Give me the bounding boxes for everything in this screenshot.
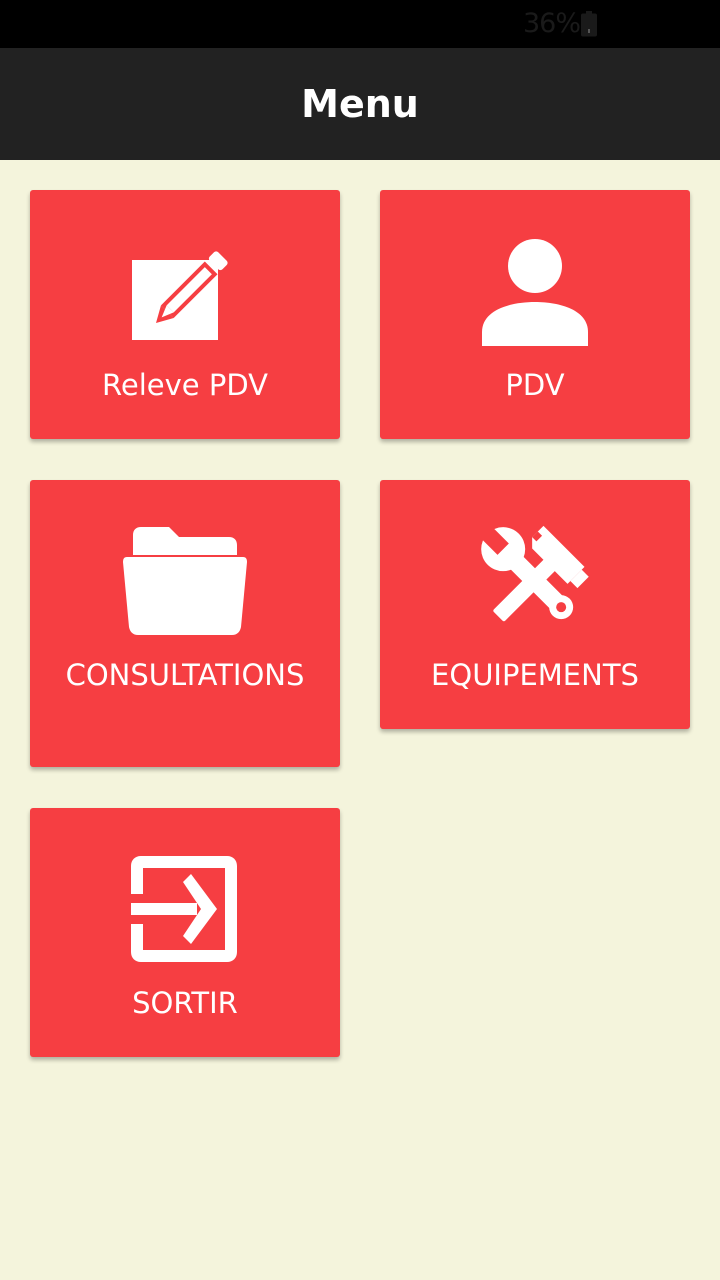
- tile-label: Releve PDV: [102, 368, 268, 402]
- sortir-button[interactable]: SORTIR: [30, 808, 340, 1057]
- equipements-button[interactable]: EQUIPEMENTS: [380, 480, 690, 729]
- app-bar: Menu: [0, 48, 720, 160]
- tools-icon: [479, 525, 589, 622]
- tile-label: CONSULTATIONS: [65, 658, 305, 692]
- tile-label: EQUIPEMENTS: [431, 658, 639, 692]
- page-title: Menu: [301, 82, 419, 126]
- tile-label: PDV: [505, 368, 565, 402]
- exit-icon: [131, 856, 237, 962]
- battery-percent: 36%: [523, 8, 581, 39]
- pdv-button[interactable]: PDV: [380, 190, 690, 439]
- consultations-button[interactable]: CONSULTATIONS: [30, 480, 340, 767]
- folder-icon: [123, 527, 247, 635]
- battery-icon: [581, 11, 597, 37]
- edit-icon: [132, 251, 228, 340]
- releve-pdv-button[interactable]: Releve PDV: [30, 190, 340, 439]
- person-icon: [482, 239, 588, 346]
- tile-label: SORTIR: [132, 986, 238, 1020]
- status-bar: 36%: [0, 0, 720, 48]
